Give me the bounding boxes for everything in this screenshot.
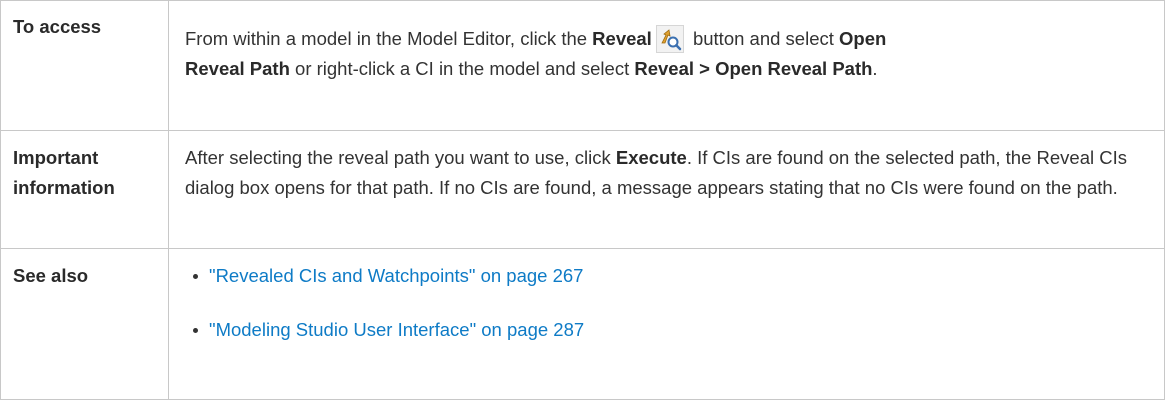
link-list: "Revealed CIs and Watchpoints" on page 2… — [191, 261, 1152, 345]
menu-path-label: Reveal > Open Reveal Path — [634, 58, 873, 79]
text-fragment: From within a model in the Model Editor,… — [185, 28, 593, 49]
reveal-icon[interactable] — [655, 25, 684, 53]
text-fragment: After selecting the reveal path you want… — [185, 147, 616, 168]
bullet-icon — [193, 274, 198, 279]
row-see-also: See also "Revealed CIs and Watchpoints" … — [0, 248, 1165, 400]
list-item: "Modeling Studio User Interface" on page… — [191, 315, 1152, 345]
text-fragment: or right-click a CI in the model and sel… — [289, 58, 635, 79]
label-important-information: Important information — [0, 130, 169, 249]
label-line: Important — [13, 147, 99, 168]
bullet-icon — [193, 328, 198, 333]
to-access-text: From within a model in the Model Editor,… — [168, 0, 1165, 131]
execute-label: Execute — [615, 147, 687, 168]
row-important-information: Important information After selecting the… — [0, 130, 1165, 249]
link-modeling-studio[interactable]: "Modeling Studio User Interface" on page… — [209, 319, 584, 340]
label-line: information — [13, 177, 115, 198]
see-also-links: "Revealed CIs and Watchpoints" on page 2… — [168, 248, 1165, 400]
label-see-also: See also — [0, 248, 169, 400]
link-revealed-cis[interactable]: "Revealed CIs and Watchpoints" on page 2… — [209, 265, 583, 286]
reveal-label: Reveal — [592, 28, 652, 49]
text-fragment: . — [872, 58, 878, 79]
info-table: To access From within a model in the Mod… — [0, 0, 1165, 400]
open-label: Open — [839, 28, 887, 49]
reveal-path-label: Reveal Path — [185, 58, 290, 79]
label-to-access: To access — [0, 0, 169, 131]
text-fragment: button and select — [687, 28, 840, 49]
row-to-access: To access From within a model in the Mod… — [0, 0, 1165, 131]
list-item: "Revealed CIs and Watchpoints" on page 2… — [191, 261, 1152, 291]
important-information-text: After selecting the reveal path you want… — [168, 130, 1165, 249]
